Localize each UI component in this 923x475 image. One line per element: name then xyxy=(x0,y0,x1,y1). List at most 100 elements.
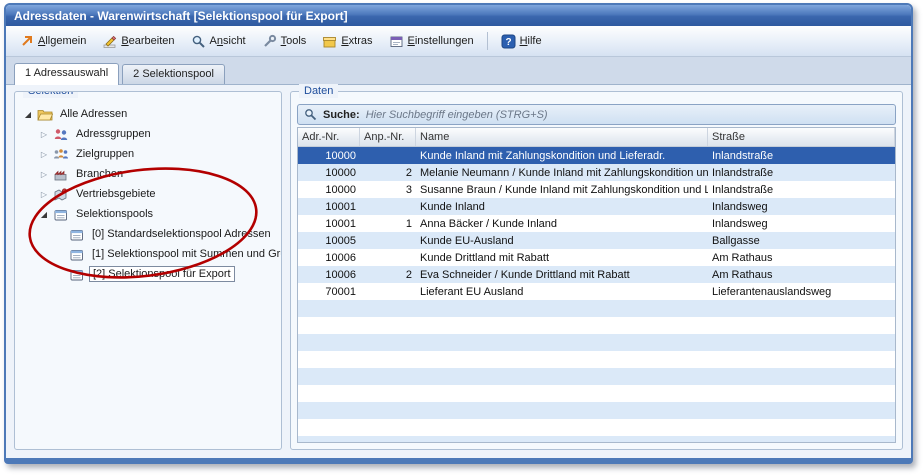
cell-adr-nr: 10001 xyxy=(298,218,360,230)
title-bar[interactable]: Adressdaten - Warenwirtschaft [Selektion… xyxy=(6,5,911,26)
tree-item-branchen[interactable]: Branchen xyxy=(19,164,277,184)
card-file-icon xyxy=(69,227,85,242)
menu-item-bearbeiten[interactable]: Bearbeiten xyxy=(95,31,181,52)
cell-adr-nr: 10000 xyxy=(298,150,360,162)
column-header-name[interactable]: Name xyxy=(416,128,708,146)
menu-item-label: Ansicht xyxy=(210,35,246,47)
cell-strasse: Am Rathaus xyxy=(708,252,895,264)
column-header-anp-nr[interactable]: Anp.-Nr. xyxy=(360,128,416,146)
tree-item-pool-2-selected[interactable]: [2] Selektionspool für Export xyxy=(19,264,277,284)
table-row[interactable]: 10000 2 Melanie Neumann / Kunde Inland m… xyxy=(298,164,895,181)
menu-item-label: Tools xyxy=(281,35,307,47)
tree-item-alle-adressen[interactable]: Alle Adressen xyxy=(19,104,277,124)
cell-anp-nr: 3 xyxy=(360,184,416,196)
table-row[interactable]: 10001 1 Anna Bäcker / Kunde Inland Inlan… xyxy=(298,215,895,232)
menu-item-allgemein[interactable]: Allgemein xyxy=(12,31,93,52)
tree-item-label: [1] Selektionspool mit Summen und Grupp xyxy=(89,247,282,261)
cell-name: Kunde EU-Ausland xyxy=(416,235,708,247)
cell-strasse: Inlandstraße xyxy=(708,167,895,179)
tab-selektionspool[interactable]: 2 Selektionspool xyxy=(122,64,225,84)
expander-expanded-icon[interactable] xyxy=(23,109,33,120)
pencil-icon xyxy=(102,34,117,49)
tab-bar: 1 Adressauswahl 2 Selektionspool xyxy=(6,57,911,85)
settings-window-icon xyxy=(389,34,404,49)
tree-item-label: Alle Adressen xyxy=(57,107,130,121)
cell-anp-nr: 2 xyxy=(360,167,416,179)
tab-adressauswahl[interactable]: 1 Adressauswahl xyxy=(14,63,119,85)
cell-adr-nr: 10006 xyxy=(298,269,360,281)
toolbar-divider xyxy=(487,32,488,50)
cell-anp-nr: 2 xyxy=(360,269,416,281)
tree-item-label: Adressgruppen xyxy=(73,127,154,141)
cell-strasse: Lieferantenauslandsweg xyxy=(708,286,895,298)
expander-collapsed-icon[interactable] xyxy=(39,169,49,180)
tab-label: 1 Adressauswahl xyxy=(25,67,108,79)
cell-strasse: Inlandsweg xyxy=(708,201,895,213)
menu-item-tools[interactable]: Tools xyxy=(255,31,314,52)
magnifier-icon xyxy=(191,34,206,49)
menu-item-label: Hilfe xyxy=(520,35,542,47)
tree-item-pool-0[interactable]: [0] Standardselektionspool Adressen xyxy=(19,224,277,244)
address-groups-icon xyxy=(53,127,69,142)
menu-item-label: Allgemein xyxy=(38,35,86,47)
column-header-adr-nr[interactable]: Adr.-Nr. xyxy=(298,128,360,146)
tree-item-label: [0] Standardselektionspool Adressen xyxy=(89,227,274,241)
menu-bar: Allgemein Bearbeiten Ansicht Tools Extra… xyxy=(6,26,911,57)
cell-strasse: Inlandstraße xyxy=(708,184,895,196)
expander-expanded-icon[interactable] xyxy=(39,209,49,220)
cell-adr-nr: 10006 xyxy=(298,252,360,264)
branches-icon xyxy=(53,167,69,182)
column-header-strasse[interactable]: Straße xyxy=(708,128,895,146)
tree-item-selektionspools[interactable]: Selektionspools xyxy=(19,204,277,224)
tree-item-vertriebsgebiete[interactable]: Vertriebsgebiete xyxy=(19,184,277,204)
svg-text:?: ? xyxy=(505,37,511,48)
tree-item-adressgruppen[interactable]: Adressgruppen xyxy=(19,124,277,144)
tree-item-pool-1[interactable]: [1] Selektionspool mit Summen und Grupp xyxy=(19,244,277,264)
search-bar[interactable]: Suche: Hier Suchbegriff eingeben (STRG+S… xyxy=(297,104,896,125)
search-input[interactable]: Hier Suchbegriff eingeben (STRG+S) xyxy=(366,109,548,121)
content-area: Selektion Alle Adressen Adressgruppen xyxy=(6,85,911,458)
cell-name: Susanne Braun / Kunde Inland mit Zahlung… xyxy=(416,184,708,196)
tree-item-zielgruppen[interactable]: Zielgruppen xyxy=(19,144,277,164)
table-row[interactable]: 10006 2 Eva Schneider / Kunde Drittland … xyxy=(298,266,895,283)
window-title: Adressdaten - Warenwirtschaft [Selektion… xyxy=(14,9,348,23)
table-row[interactable]: 10001 Kunde Inland Inlandsweg xyxy=(298,198,895,215)
expander-collapsed-icon[interactable] xyxy=(39,149,49,160)
tree-item-label: [2] Selektionspool für Export xyxy=(89,266,235,282)
wrench-icon xyxy=(262,34,277,49)
selektion-panel-title: Selektion xyxy=(23,91,78,98)
tree-item-label: Selektionspools xyxy=(73,207,156,221)
app-window: Adressdaten - Warenwirtschaft [Selektion… xyxy=(4,3,913,464)
tree-item-label: Zielgruppen xyxy=(73,147,137,161)
cell-anp-nr: 1 xyxy=(360,218,416,230)
sales-territories-icon xyxy=(53,187,69,202)
selektion-panel: Selektion Alle Adressen Adressgruppen xyxy=(14,91,282,450)
cell-adr-nr: 10000 xyxy=(298,184,360,196)
table-row[interactable]: 10005 Kunde EU-Ausland Ballgasse xyxy=(298,232,895,249)
selection-tree: Alle Adressen Adressgruppen Zielgruppen xyxy=(19,104,277,284)
table-row[interactable]: 10000 Kunde Inland mit Zahlungskondition… xyxy=(298,147,895,164)
cell-name: Kunde Inland xyxy=(416,201,708,213)
address-table: Adr.-Nr. Anp.-Nr. Name Straße 10000 Kund… xyxy=(297,127,896,443)
table-row[interactable]: 10006 Kunde Drittland mit Rabatt Am Rath… xyxy=(298,249,895,266)
cell-name: Eva Schneider / Kunde Drittland mit Raba… xyxy=(416,269,708,281)
tree-item-label: Vertriebsgebiete xyxy=(73,187,159,201)
cell-adr-nr: 10005 xyxy=(298,235,360,247)
expander-collapsed-icon[interactable] xyxy=(39,189,49,200)
folder-open-icon xyxy=(37,107,53,122)
arrow-up-right-icon xyxy=(19,34,34,49)
menu-item-einstellungen[interactable]: Einstellungen xyxy=(382,31,481,52)
table-row[interactable]: 70001 Lieferant EU Ausland Lieferantenau… xyxy=(298,283,895,300)
menu-item-extras[interactable]: Extras xyxy=(315,31,379,52)
card-file-icon xyxy=(69,267,85,282)
card-file-icon xyxy=(53,207,69,222)
cell-name: Melanie Neumann / Kunde Inland mit Zahlu… xyxy=(416,167,708,179)
menu-item-label: Extras xyxy=(341,35,372,47)
cell-strasse: Am Rathaus xyxy=(708,269,895,281)
expander-collapsed-icon[interactable] xyxy=(39,129,49,140)
table-row[interactable]: 10000 3 Susanne Braun / Kunde Inland mit… xyxy=(298,181,895,198)
menu-item-hilfe[interactable]: ? Hilfe xyxy=(494,31,549,52)
cell-name: Lieferant EU Ausland xyxy=(416,286,708,298)
daten-panel: Daten Suche: Hier Suchbegriff eingeben (… xyxy=(290,91,903,450)
menu-item-ansicht[interactable]: Ansicht xyxy=(184,31,253,52)
